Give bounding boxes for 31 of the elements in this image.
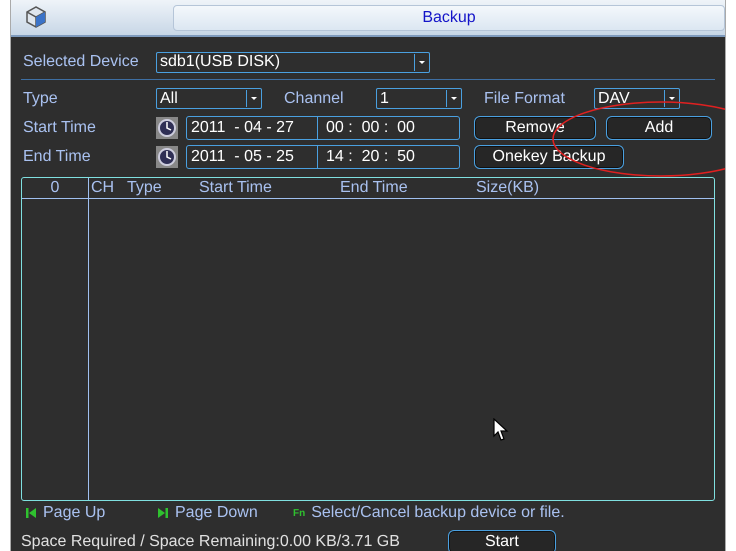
space-info: Space Required / Space Remaining:0.00 KB/3.71 GB <box>21 533 400 551</box>
format-dropdown[interactable]: DAV <box>594 88 680 109</box>
field-label: Channel <box>284 90 345 108</box>
mouse-cursor-icon <box>493 418 509 442</box>
field-label: Type <box>22 90 59 108</box>
column-header: Start Time <box>199 179 273 197</box>
column-header: CH <box>91 179 116 197</box>
first-page-icon <box>25 507 37 519</box>
page-up-label: Page Up <box>43 504 106 522</box>
add-button[interactable]: Add <box>606 116 712 140</box>
fn-key-label: Fn <box>293 508 306 518</box>
start-button[interactable]: Start <box>448 530 556 551</box>
column-header: End Time <box>340 179 409 197</box>
hint-text: Select/Cancel backup device or file. <box>311 504 565 522</box>
field-label: Selected Device <box>22 53 140 71</box>
clock-icon[interactable] <box>156 146 178 168</box>
column-header: Type <box>127 179 163 197</box>
datetime-field[interactable]: 2011 - 05 - 25 14 : 20 : 50 <box>186 144 460 168</box>
column-header: Size(KB) <box>476 179 540 197</box>
window-title: Backup <box>173 4 725 30</box>
type-dropdown[interactable]: All <box>156 88 262 109</box>
last-page-icon <box>157 507 169 519</box>
field-label: Start Time <box>22 118 97 136</box>
column-header: 0 <box>22 178 89 198</box>
datetime-field[interactable]: 2011 - 04 - 27 00 : 00 : 00 <box>186 116 460 140</box>
clock-icon[interactable] <box>156 116 178 138</box>
field-label: End Time <box>22 148 92 166</box>
field-label: File Format <box>484 90 566 108</box>
channel-dropdown[interactable]: 1 <box>376 88 462 109</box>
device-dropdown[interactable]: sdb1(USB DISK) <box>156 52 430 72</box>
page-down-label: Page Down <box>175 504 259 522</box>
